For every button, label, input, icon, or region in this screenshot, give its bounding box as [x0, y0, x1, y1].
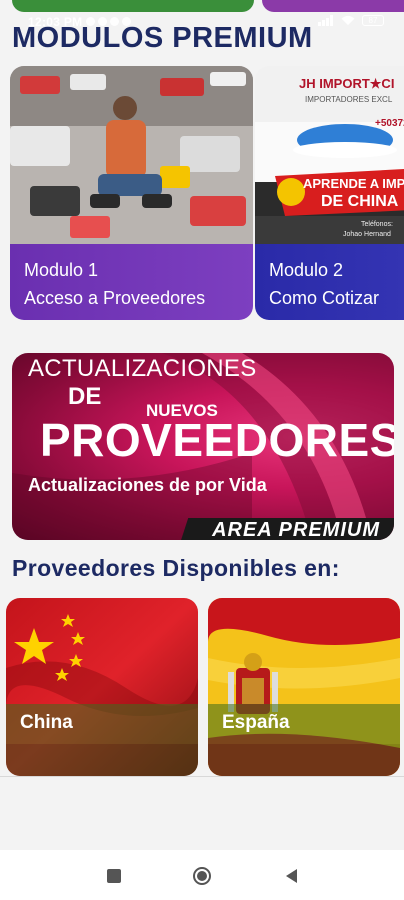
- content-divider: [0, 776, 404, 777]
- module-2-phone: +50372286: [375, 118, 404, 129]
- module-1-subtitle: Acceso a Proveedores: [24, 288, 206, 308]
- module-2-contact-label: Teléfonos:: [361, 221, 393, 228]
- page-title: MODULOS PREMIUM: [12, 22, 313, 54]
- module-2-banner-2: DE CHINA: [321, 193, 399, 210]
- module-2-caption: Modulo 2 Como Cotizar: [255, 244, 404, 320]
- signal-icon: [318, 15, 333, 26]
- module-2-subtitle: Como Cotizar: [269, 288, 380, 308]
- home-button[interactable]: [192, 866, 212, 886]
- module-1-caption: Modulo 1 Acceso a Proveedores: [10, 244, 253, 320]
- module-1-image: [10, 66, 253, 244]
- module-2-brand: JH IMPORT★CI: [299, 76, 394, 91]
- updates-banner[interactable]: ACTUALIZACIONES DE NUEVOS PROVEEDORES Ac…: [12, 353, 394, 540]
- banner-line-2: DE: [68, 383, 102, 410]
- module-2-banner: APRENDE A IMP: [303, 176, 404, 191]
- banner-subline: Actualizaciones de por Vida: [28, 475, 267, 495]
- module-2-brand-subtitle: IMPORTADORES EXCL: [305, 95, 393, 104]
- banner-tag: AREA PREMIUM: [212, 519, 380, 540]
- providers-title: Proveedores Disponibles en:: [12, 555, 340, 581]
- module-2-title: Modulo 2: [269, 260, 344, 280]
- country-shade: [6, 744, 198, 776]
- banner-line-1: ACTUALIZACIONES: [28, 355, 257, 382]
- status-right: 87: [318, 15, 384, 26]
- back-button[interactable]: [282, 866, 302, 886]
- module-card-2[interactable]: JH IMPORT★CI IMPORTADORES EXCL +50372286…: [255, 66, 404, 320]
- battery-icon: 87: [362, 15, 384, 26]
- module-2-image: JH IMPORT★CI IMPORTADORES EXCL +50372286…: [255, 66, 404, 244]
- country-label-spain: España: [208, 704, 400, 744]
- country-card-spain[interactable]: España: [208, 598, 400, 776]
- module-card-1[interactable]: Modulo 1 Acceso a Proveedores: [10, 66, 253, 320]
- country-label-china: China: [6, 704, 198, 744]
- module-2-contact-name: Johao Hernand: [343, 231, 391, 238]
- system-nav-bar: [0, 850, 404, 900]
- previous-card-purple[interactable]: [262, 0, 404, 12]
- country-card-china[interactable]: China: [6, 598, 198, 776]
- module-1-title: Modulo 1: [24, 260, 99, 280]
- modules-carousel[interactable]: Modulo 1 Acceso a Proveedores JH IMPORT★…: [10, 66, 404, 320]
- wifi-icon: [341, 15, 355, 26]
- banner-headline: PROVEEDORES: [40, 414, 394, 466]
- previous-card-green[interactable]: [12, 0, 254, 12]
- country-shade: [208, 744, 400, 776]
- recents-button[interactable]: [104, 866, 124, 886]
